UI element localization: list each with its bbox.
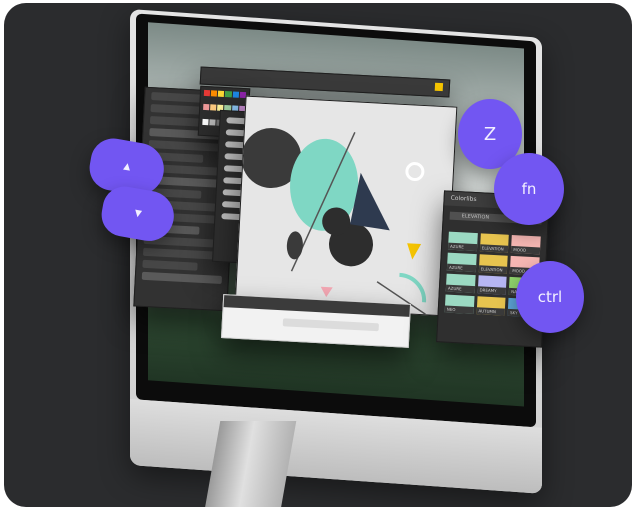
- layer-row[interactable]: [142, 259, 198, 271]
- swatch[interactable]: [209, 118, 216, 126]
- color-swatch-label: AUTUMN: [476, 307, 506, 316]
- color-swatch[interactable]: MOOD: [511, 234, 541, 255]
- color-swatch[interactable]: ELEVATION: [478, 254, 509, 274]
- color-swatch[interactable]: DREAMY: [477, 275, 507, 295]
- color-swatch[interactable]: AZURE: [445, 273, 476, 294]
- color-swatch-label: MOOD: [511, 245, 541, 255]
- swatch[interactable]: [203, 104, 210, 111]
- swatch[interactable]: [202, 118, 209, 125]
- color-swatch[interactable]: NEO: [444, 294, 475, 315]
- color-swatch-label: ELEVATION: [478, 265, 508, 274]
- swatch[interactable]: [218, 90, 225, 97]
- color-swatch[interactable]: AZURE: [447, 231, 478, 252]
- swatch[interactable]: [203, 89, 211, 97]
- layer-row[interactable]: [149, 116, 206, 127]
- ctrl-key[interactable]: ctrl: [516, 261, 584, 333]
- color-swatch[interactable]: ELEVATION: [479, 233, 510, 253]
- swatch[interactable]: [210, 90, 218, 97]
- toolbar-highlight-icon[interactable]: [434, 82, 444, 92]
- layer-row[interactable]: [141, 271, 223, 284]
- monitor-stand: [203, 421, 297, 507]
- artwork-illustration: [241, 128, 427, 315]
- color-swatch[interactable]: AZURE: [446, 252, 477, 273]
- color-swatch-label: DREAMY: [477, 286, 507, 295]
- color-swatch-label: AZURE: [446, 263, 476, 273]
- color-swatch-label: ELEVATION: [479, 244, 509, 253]
- color-swatch-label: AZURE: [445, 284, 475, 294]
- showcase-frame: Colorlibs ELEVATION AZURE ELEVATION MOOD…: [4, 3, 632, 507]
- swatch[interactable]: [210, 104, 217, 111]
- swatch[interactable]: [225, 91, 232, 98]
- fn-key[interactable]: fn: [494, 153, 564, 225]
- color-swatch[interactable]: AUTUMN: [476, 296, 506, 316]
- color-swatch-label: NEO: [444, 305, 474, 315]
- swatch[interactable]: [232, 91, 239, 98]
- artboard-canvas[interactable]: [234, 95, 458, 317]
- color-swatch-label: AZURE: [447, 242, 477, 252]
- comment-input[interactable]: [282, 318, 379, 332]
